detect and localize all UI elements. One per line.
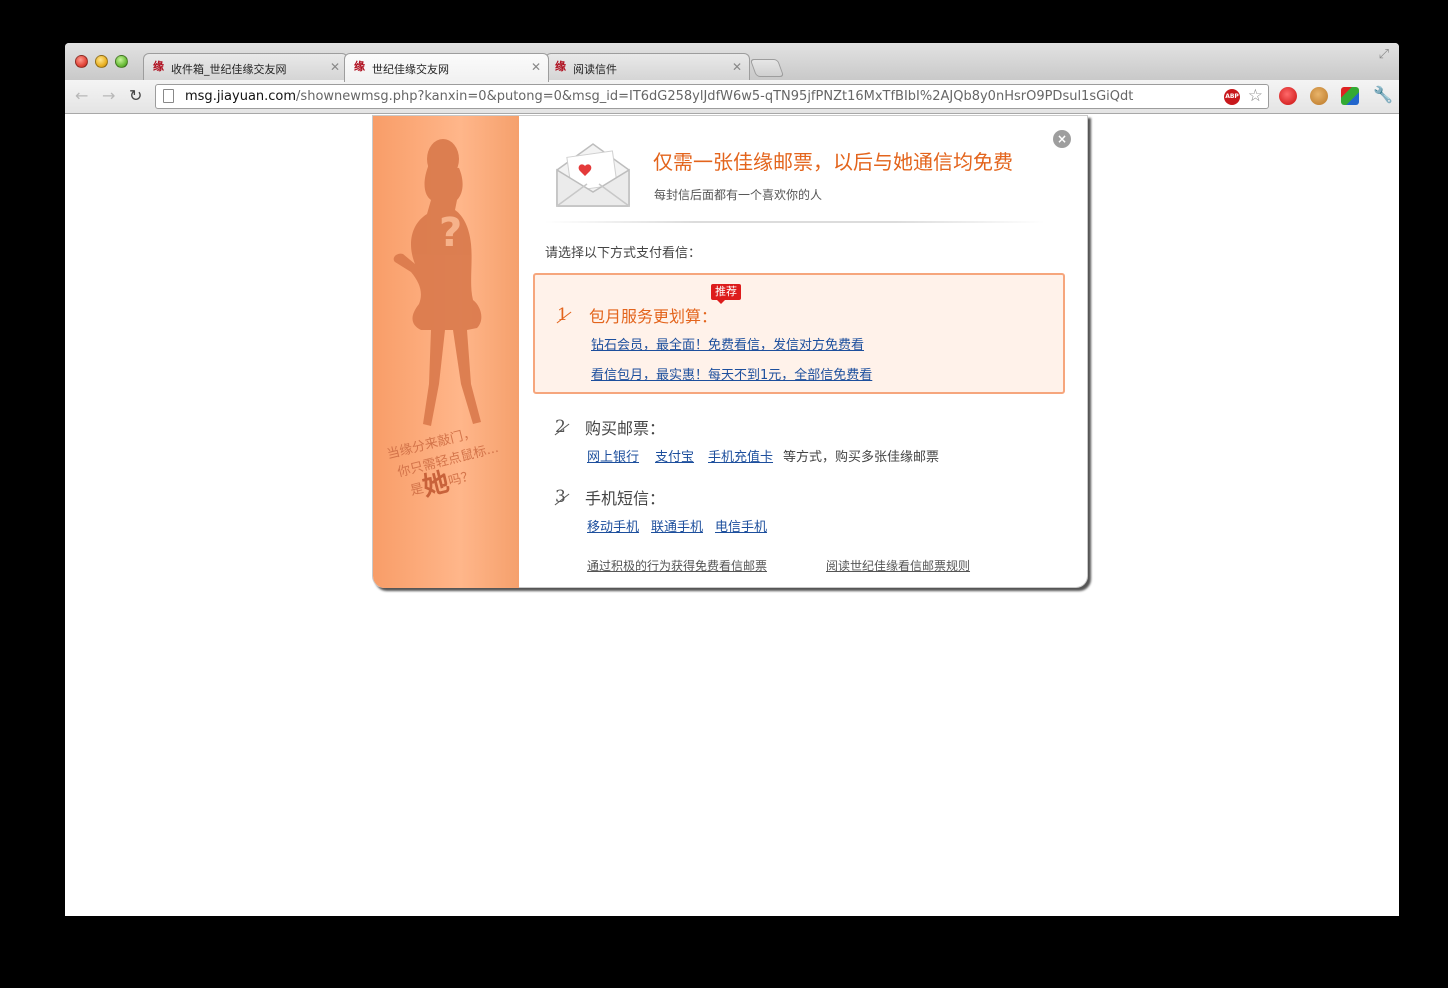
stamp-rules-link[interactable]: 阅读世纪佳缘看信邮票规则 — [826, 557, 970, 574]
close-tab-icon[interactable]: ✕ — [732, 60, 742, 74]
tab-jiayuan[interactable]: 缘 世纪佳缘交友网 ✕ — [344, 53, 549, 82]
monthly-read-link[interactable]: 看信包月，最实惠！每天不到1元，全部信免费看 — [591, 364, 872, 383]
envelope-heart-icon — [556, 143, 630, 207]
option-number-2: 2 — [555, 417, 566, 437]
url-text[interactable]: msg.jiayuan.com/shownewmsg.php?kanxin=0&… — [185, 89, 1133, 104]
extension-multicolor-icon[interactable] — [1341, 87, 1359, 105]
option-monthly-box: 推荐 1 包月服务更划算： 钻石会员，最全面！免费看信，发信对方免费看 看信包月… — [533, 273, 1065, 394]
close-tab-icon[interactable]: ✕ — [330, 60, 340, 74]
wrench-menu-icon[interactable]: 🔧 — [1373, 85, 1393, 104]
tab-read-letter[interactable]: 缘 阅读信件 ✕ — [545, 53, 750, 81]
jiayuan-favicon-icon: 缘 — [354, 60, 365, 73]
page-icon — [163, 89, 174, 103]
tab-title: 阅读信件 — [573, 63, 617, 76]
tab-inbox[interactable]: 缘 收件箱_世纪佳缘交友网 ✕ — [143, 53, 348, 81]
payment-prompt: 请选择以下方式支付看信： — [545, 246, 702, 261]
jiayuan-favicon-icon: 缘 — [555, 60, 566, 73]
fullscreen-icon[interactable]: ⤢ — [1379, 47, 1389, 62]
zoom-window-button[interactable] — [115, 55, 128, 68]
question-mark-text: ? — [439, 210, 462, 256]
mobile-link[interactable]: 移动手机 — [587, 516, 639, 535]
url-host: msg.jiayuan.com — [185, 89, 297, 104]
option-number-3: 3 — [555, 487, 566, 507]
unicom-link[interactable]: 联通手机 — [651, 516, 703, 535]
new-tab-button[interactable] — [749, 59, 785, 77]
back-arrow-icon[interactable]: ← — [75, 86, 88, 105]
jiayuan-favicon-icon: 缘 — [153, 60, 164, 73]
recommended-badge: 推荐 — [711, 284, 741, 304]
forward-arrow-icon[interactable]: → — [102, 86, 115, 105]
reload-icon[interactable]: ↻ — [129, 86, 142, 105]
slogan-big: 她 — [419, 467, 453, 503]
dialog-headline: 仅需一张佳缘邮票，以后与她通信均免费 — [653, 150, 1013, 174]
extension-red-icon[interactable] — [1279, 87, 1297, 105]
page-content: ? 当缘分来敲门， 你只需轻点鼠标... 是她吗？ × 仅需一张佳缘邮票，以后与… — [65, 115, 1399, 916]
online-bank-link[interactable]: 网上银行 — [587, 446, 639, 465]
address-bar[interactable]: msg.jiayuan.com/shownewmsg.php?kanxin=0&… — [155, 84, 1269, 109]
minimize-window-button[interactable] — [95, 55, 108, 68]
option-number-1: 1 — [557, 305, 568, 325]
slogan-post: 吗？ — [446, 468, 476, 490]
dialog-subline: 每封信后面都有一个喜欢你的人 — [654, 188, 823, 202]
close-dialog-button[interactable]: × — [1053, 130, 1071, 148]
pay-to-read-dialog: ? 当缘分来敲门， 你只需轻点鼠标... 是她吗？ × 仅需一张佳缘邮票，以后与… — [372, 115, 1088, 588]
option-3-title: 手机短信： — [585, 489, 666, 508]
tab-title: 世纪佳缘交友网 — [372, 63, 449, 76]
url-path: /shownewmsg.php?kanxin=0&putong=0&msg_id… — [296, 89, 1134, 104]
phone-card-link[interactable]: 手机充值卡 — [708, 446, 773, 465]
close-window-button[interactable] — [75, 55, 88, 68]
close-tab-icon[interactable]: ✕ — [531, 60, 541, 74]
earn-free-stamps-link[interactable]: 通过积极的行为获得免费看信邮票 — [587, 557, 767, 574]
alipay-link[interactable]: 支付宝 — [655, 446, 694, 465]
divider — [545, 221, 1045, 223]
diamond-member-link[interactable]: 钻石会员，最全面！免费看信，发信对方免费看 — [591, 334, 864, 353]
woman-silhouette-icon: ? — [393, 139, 482, 426]
cookie-extension-icon[interactable] — [1310, 87, 1328, 105]
browser-toolbar: ← → ↻ msg.jiayuan.com/shownewmsg.php?kan… — [65, 80, 1399, 114]
tab-title: 收件箱_世纪佳缘交友网 — [171, 63, 287, 76]
browser-window: 缘 收件箱_世纪佳缘交友网 ✕ 缘 世纪佳缘交友网 ✕ 缘 阅读信件 ✕ ⤢ ←… — [65, 43, 1399, 916]
tab-strip: 缘 收件箱_世纪佳缘交友网 ✕ 缘 世纪佳缘交友网 ✕ 缘 阅读信件 ✕ ⤢ — [65, 43, 1399, 82]
bookmark-star-icon[interactable]: ☆ — [1248, 86, 1263, 106]
option-1-title: 包月服务更划算： — [589, 307, 718, 326]
telecom-link[interactable]: 电信手机 — [715, 516, 767, 535]
screen-frame: 缘 收件箱_世纪佳缘交友网 ✕ 缘 世纪佳缘交友网 ✕ 缘 阅读信件 ✕ ⤢ ←… — [8, 8, 1440, 984]
option-2-suffix: 等方式，购买多张佳缘邮票 — [783, 450, 940, 465]
adblock-plus-icon[interactable]: ABP — [1224, 89, 1240, 105]
option-2-title: 购买邮票： — [585, 419, 666, 438]
dialog-sidebar: ? 当缘分来敲门， 你只需轻点鼠标... 是她吗？ — [373, 116, 519, 588]
